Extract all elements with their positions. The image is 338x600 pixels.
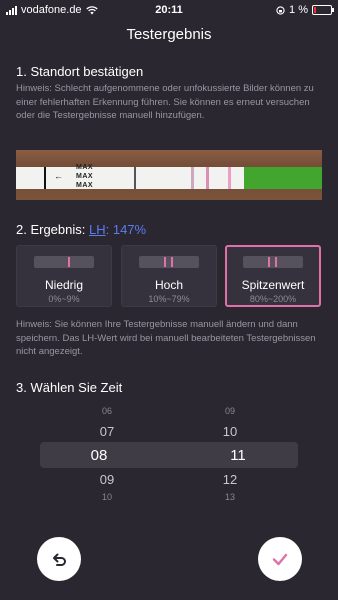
manual-edit-hint: Hinweis: Sie können Ihre Testergebnisse … bbox=[16, 319, 316, 357]
result-option-range: 0%~9% bbox=[48, 294, 80, 304]
result-option-name: Hoch bbox=[154, 278, 183, 292]
strip-handle bbox=[244, 167, 322, 189]
minute-option[interactable]: 10 bbox=[200, 424, 260, 439]
result-option-name: Spitzenwert bbox=[241, 278, 305, 292]
checkmark-icon bbox=[272, 553, 288, 566]
result-option-niedrig[interactable]: Niedrig 0%~9% bbox=[16, 245, 112, 307]
minute-option[interactable]: 13 bbox=[200, 492, 260, 500]
hour-option[interactable]: 09 bbox=[77, 472, 137, 487]
undo-arrow-icon bbox=[53, 553, 66, 566]
minute-selected[interactable]: 11 bbox=[208, 447, 268, 464]
hour-option[interactable]: 10 bbox=[77, 492, 137, 500]
strip-marker-line bbox=[228, 167, 231, 189]
minute-option[interactable]: 12 bbox=[200, 472, 260, 487]
strip-label-max: MAX bbox=[76, 182, 94, 189]
status-bar: vodafone.de 20:11 1 % bbox=[0, 0, 338, 20]
result-option-spitzenwert[interactable]: Spitzenwert 80%~200% bbox=[225, 245, 321, 307]
test-strip-photo: MAX MAX MAX ← bbox=[16, 150, 322, 200]
result-option-range: 80%~200% bbox=[249, 294, 297, 304]
strip-divider bbox=[134, 167, 136, 189]
hour-option[interactable]: 07 bbox=[77, 424, 137, 439]
section-select-time-heading: 3. Wählen Sie Zeit bbox=[16, 380, 123, 395]
section-confirm-location-heading: 1. Standort bestätigen bbox=[16, 64, 144, 79]
battery-percent: 1 % bbox=[289, 4, 308, 16]
gauge-icon bbox=[34, 256, 94, 268]
strip-control-line bbox=[191, 167, 194, 189]
strip-test-line bbox=[206, 167, 209, 189]
confirm-button[interactable] bbox=[258, 537, 302, 581]
lh-link[interactable]: LH bbox=[89, 222, 106, 237]
section-confirm-location-hint: Hinweis: Schlecht aufgenommene oder unfo… bbox=[16, 83, 314, 121]
result-option-range: 10%~79% bbox=[148, 294, 190, 304]
orientation-lock-icon bbox=[276, 5, 285, 15]
gauge-icon bbox=[139, 256, 199, 268]
result-label: 2. Ergebnis: LH: 147% bbox=[16, 222, 146, 237]
minute-option[interactable]: 09 bbox=[200, 406, 260, 414]
strip-arrow-icon: ← bbox=[54, 171, 63, 181]
hour-option[interactable]: 06 bbox=[77, 406, 137, 414]
strip-label-max: MAX bbox=[76, 164, 94, 171]
lh-value: : 147% bbox=[105, 222, 147, 237]
result-option-hoch[interactable]: Hoch 10%~79% bbox=[121, 245, 217, 307]
status-right: 1 % bbox=[276, 4, 334, 16]
hour-selected[interactable]: 08 bbox=[69, 447, 129, 464]
gauge-icon bbox=[243, 256, 303, 268]
page-title: Testergebnis bbox=[126, 26, 212, 43]
result-option-name: Niedrig bbox=[44, 278, 83, 292]
strip-edge-line bbox=[44, 167, 46, 189]
back-button[interactable] bbox=[37, 537, 81, 581]
battery-icon bbox=[312, 5, 334, 15]
result-prefix: 2. Ergebnis: bbox=[16, 222, 86, 237]
strip-label-max: MAX bbox=[76, 173, 94, 180]
